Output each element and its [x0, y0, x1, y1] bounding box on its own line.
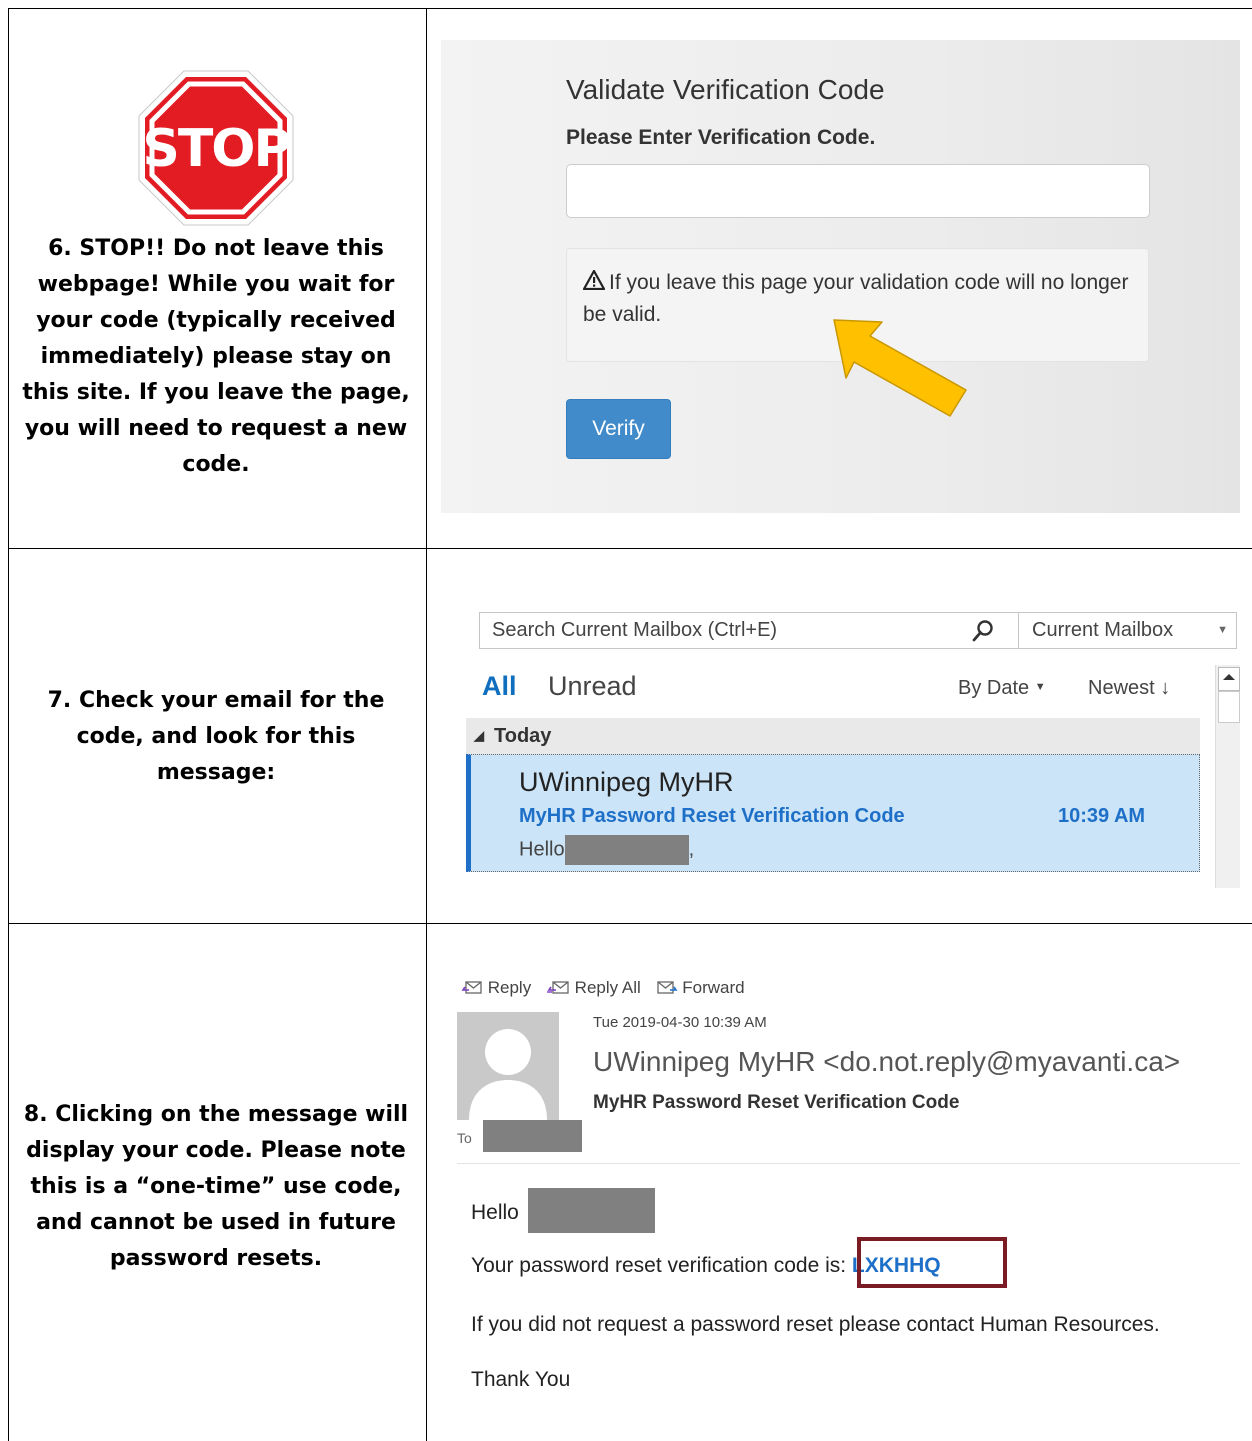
reply-button[interactable]: Reply — [461, 978, 531, 997]
step-6-text: 6. STOP!! Do not leave this webpage! Whi… — [22, 236, 410, 477]
scroll-thumb[interactable] — [1218, 691, 1240, 723]
mailbox-search-input[interactable]: Search Current Mailbox (Ctrl+E) — [479, 612, 1019, 649]
reply-label: Reply — [487, 978, 532, 997]
forward-icon — [656, 981, 678, 994]
stop-sign-text: STOP — [142, 119, 289, 179]
email-actions-bar: Reply Reply All Forward — [461, 978, 755, 998]
scroll-up-icon[interactable] — [1218, 667, 1240, 691]
forward-button[interactable]: Forward — [656, 978, 745, 997]
person-icon — [469, 1029, 547, 1120]
forward-label: Forward — [682, 978, 745, 997]
table-border-top — [8, 8, 1252, 9]
message-list-item[interactable]: UWinnipeg MyHR MyHR Password Reset Verif… — [466, 754, 1200, 872]
message-list-scrollbar[interactable] — [1215, 665, 1240, 888]
verification-code-input[interactable] — [566, 164, 1150, 218]
message-sender: UWinnipeg MyHR — [519, 767, 734, 797]
arrow-down-icon: ↓ — [1160, 677, 1171, 699]
step-8-text: 8. Clicking on the message will display … — [23, 1102, 409, 1271]
sort-order-label: Newest — [1088, 677, 1155, 699]
redacted-name — [564, 835, 689, 865]
sort-by-label: By Date — [958, 677, 1030, 699]
mailbox-scope-label: Current Mailbox — [1032, 619, 1174, 641]
validate-title: Validate Verification Code — [566, 74, 885, 105]
verify-button[interactable]: Verify — [566, 399, 671, 459]
collapse-triangle-icon: ◢ — [474, 728, 484, 743]
email-signoff: Thank You — [471, 1368, 571, 1391]
preview-comma: , — [688, 838, 695, 861]
code-prefix: Your password reset verification code is… — [471, 1254, 852, 1277]
sort-by-date-dropdown[interactable]: By Date ▼ — [958, 677, 1046, 700]
message-subject: MyHR Password Reset Verification Code — [519, 805, 905, 827]
email-from: UWinnipeg MyHR <do.not.reply@myavanti.ca… — [593, 1046, 1181, 1077]
outlook-mail-panel: Search Current Mailbox (Ctrl+E) Current … — [441, 585, 1240, 888]
greeting-word: Hello — [471, 1201, 519, 1224]
pointer-arrow-icon — [833, 319, 967, 417]
reply-all-label: Reply All — [574, 978, 641, 997]
preview-greeting: Hello — [519, 838, 565, 861]
sort-order-toggle[interactable]: Newest ↓ — [1088, 677, 1170, 700]
code-highlight-box — [857, 1237, 1007, 1288]
table-border-left — [8, 8, 9, 1441]
redacted-name — [528, 1188, 655, 1233]
filter-all-tab[interactable]: All — [482, 671, 517, 702]
validate-code-panel: Validate Verification Code Please Enter … — [441, 40, 1240, 513]
step-7-text: 7. Check your email for the code, and lo… — [47, 688, 385, 785]
header-divider — [457, 1163, 1240, 1164]
email-subject: MyHR Password Reset Verification Code — [593, 1092, 960, 1113]
reply-all-icon — [546, 981, 569, 994]
chevron-down-icon: ▼ — [1217, 624, 1228, 636]
table-divider-vertical — [426, 8, 427, 1441]
stop-sign-icon: STOP — [138, 70, 294, 226]
search-icon[interactable] — [971, 619, 995, 643]
email-contact-text: If you did not request a password reset … — [471, 1313, 1160, 1336]
redacted-recipient — [483, 1120, 582, 1152]
email-date: Tue 2019-04-30 10:39 AM — [593, 1014, 767, 1031]
reply-icon — [461, 981, 482, 994]
sort-caret-icon: ▼ — [1034, 681, 1046, 693]
reply-all-button[interactable]: Reply All — [546, 978, 641, 997]
verification-code-label: Please Enter Verification Code. — [566, 126, 876, 149]
avatar — [457, 1012, 559, 1120]
email-to-label: To — [457, 1130, 472, 1146]
table-row-divider-1 — [8, 548, 1252, 549]
message-preview: Hello, — [519, 835, 694, 865]
filter-unread-tab[interactable]: Unread — [548, 671, 637, 702]
toolbar-strip — [441, 585, 1240, 595]
email-reading-pane: Reply Reply All Forward Tue 2019-04-30 1… — [441, 958, 1240, 1441]
group-label: Today — [494, 725, 552, 747]
group-header-today[interactable]: ◢ Today — [466, 718, 1200, 754]
table-row-divider-2 — [8, 923, 1252, 924]
mailbox-scope-dropdown[interactable]: Current Mailbox ▼ — [1018, 612, 1237, 649]
warning-icon — [583, 270, 605, 290]
message-time: 10:39 AM — [1058, 805, 1146, 827]
